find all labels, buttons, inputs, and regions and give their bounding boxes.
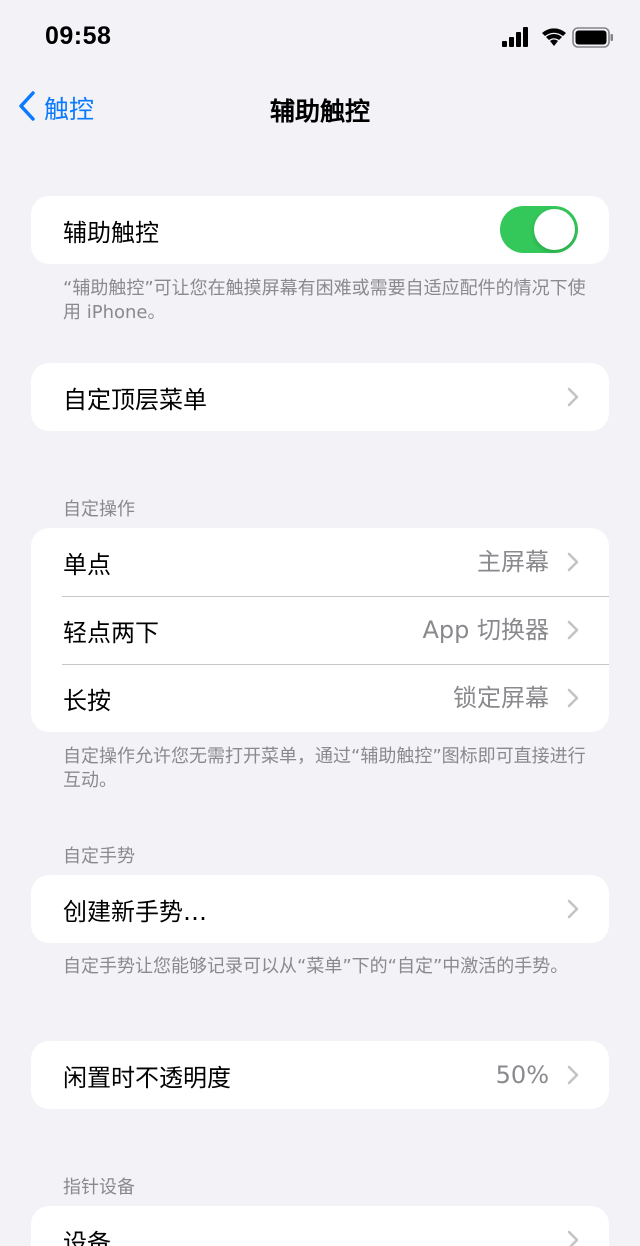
customize-top-menu-row[interactable]: 自定顶层菜单: [31, 363, 609, 431]
wifi-icon: [542, 28, 566, 46]
signal-icon: [502, 27, 528, 47]
idle-opacity-group: 闲置时不透明度 50%: [31, 1041, 609, 1109]
single-tap-value: 主屏幕: [477, 548, 549, 576]
long-press-row[interactable]: 长按 锁定屏幕: [31, 664, 609, 732]
pointer-devices-header: 指针设备: [63, 1177, 135, 1198]
custom-actions-header: 自定操作: [63, 499, 135, 520]
create-gesture-label: 创建新手势…: [63, 897, 207, 926]
single-tap-row[interactable]: 单点 主屏幕: [31, 528, 609, 596]
long-press-value: 锁定屏幕: [453, 684, 549, 712]
assistive-touch-row: 辅助触控: [31, 196, 609, 264]
chevron-right-icon: [567, 1065, 579, 1089]
chevron-right-icon: [567, 620, 579, 644]
double-tap-row[interactable]: 轻点两下 App 切换器: [31, 596, 609, 664]
assistive-touch-label: 辅助触控: [63, 218, 159, 247]
idle-opacity-row[interactable]: 闲置时不透明度 50%: [31, 1041, 609, 1109]
assistive-touch-footer: “辅助触控”可让您在触摸屏幕有困难或需要自适应配件的情况下使用 iPhone。: [63, 278, 586, 323]
long-press-label: 长按: [63, 686, 111, 715]
chevron-right-icon: [567, 387, 579, 411]
chevron-right-icon: [567, 1230, 579, 1246]
custom-gestures-group: 创建新手势…: [31, 875, 609, 943]
custom-gestures-header: 自定手势: [63, 846, 135, 867]
chevron-right-icon: [567, 688, 579, 712]
idle-opacity-label: 闲置时不透明度: [63, 1063, 231, 1092]
battery-icon: [572, 27, 613, 48]
devices-label: 设备: [63, 1228, 111, 1246]
assistive-touch-toggle[interactable]: [500, 206, 578, 253]
status-icons: [502, 26, 614, 50]
custom-actions-footer: 自定操作允许您无需打开菜单，通过“辅助触控”图标即可直接进行互动。: [63, 746, 586, 791]
top-menu-group: 自定顶层菜单: [31, 363, 609, 431]
custom-actions-group: 单点 主屏幕 轻点两下 App 切换器 长按 锁定屏幕: [31, 528, 609, 732]
double-tap-label: 轻点两下: [63, 618, 159, 647]
chevron-right-icon: [567, 552, 579, 576]
devices-row[interactable]: 设备: [31, 1206, 609, 1246]
status-bar: 09:58: [0, 0, 640, 76]
toggle-knob: [534, 209, 575, 250]
idle-opacity-value: 50%: [495, 1061, 549, 1089]
customize-top-menu-label: 自定顶层菜单: [63, 385, 207, 414]
pointer-devices-group: 设备: [31, 1206, 609, 1246]
assistive-touch-group: 辅助触控: [31, 196, 609, 264]
page-title: 辅助触控: [269, 97, 370, 126]
create-gesture-row[interactable]: 创建新手势…: [31, 875, 609, 943]
custom-gestures-footer: 自定手势让您能够记录可以从“菜单”下的“自定”中激活的手势。: [63, 956, 569, 977]
single-tap-label: 单点: [63, 550, 111, 579]
chevron-right-icon: [567, 899, 579, 923]
status-time: 09:58: [45, 22, 112, 50]
double-tap-value: App 切换器: [422, 616, 549, 644]
nav-bar: 触控 辅助触控: [0, 76, 640, 140]
